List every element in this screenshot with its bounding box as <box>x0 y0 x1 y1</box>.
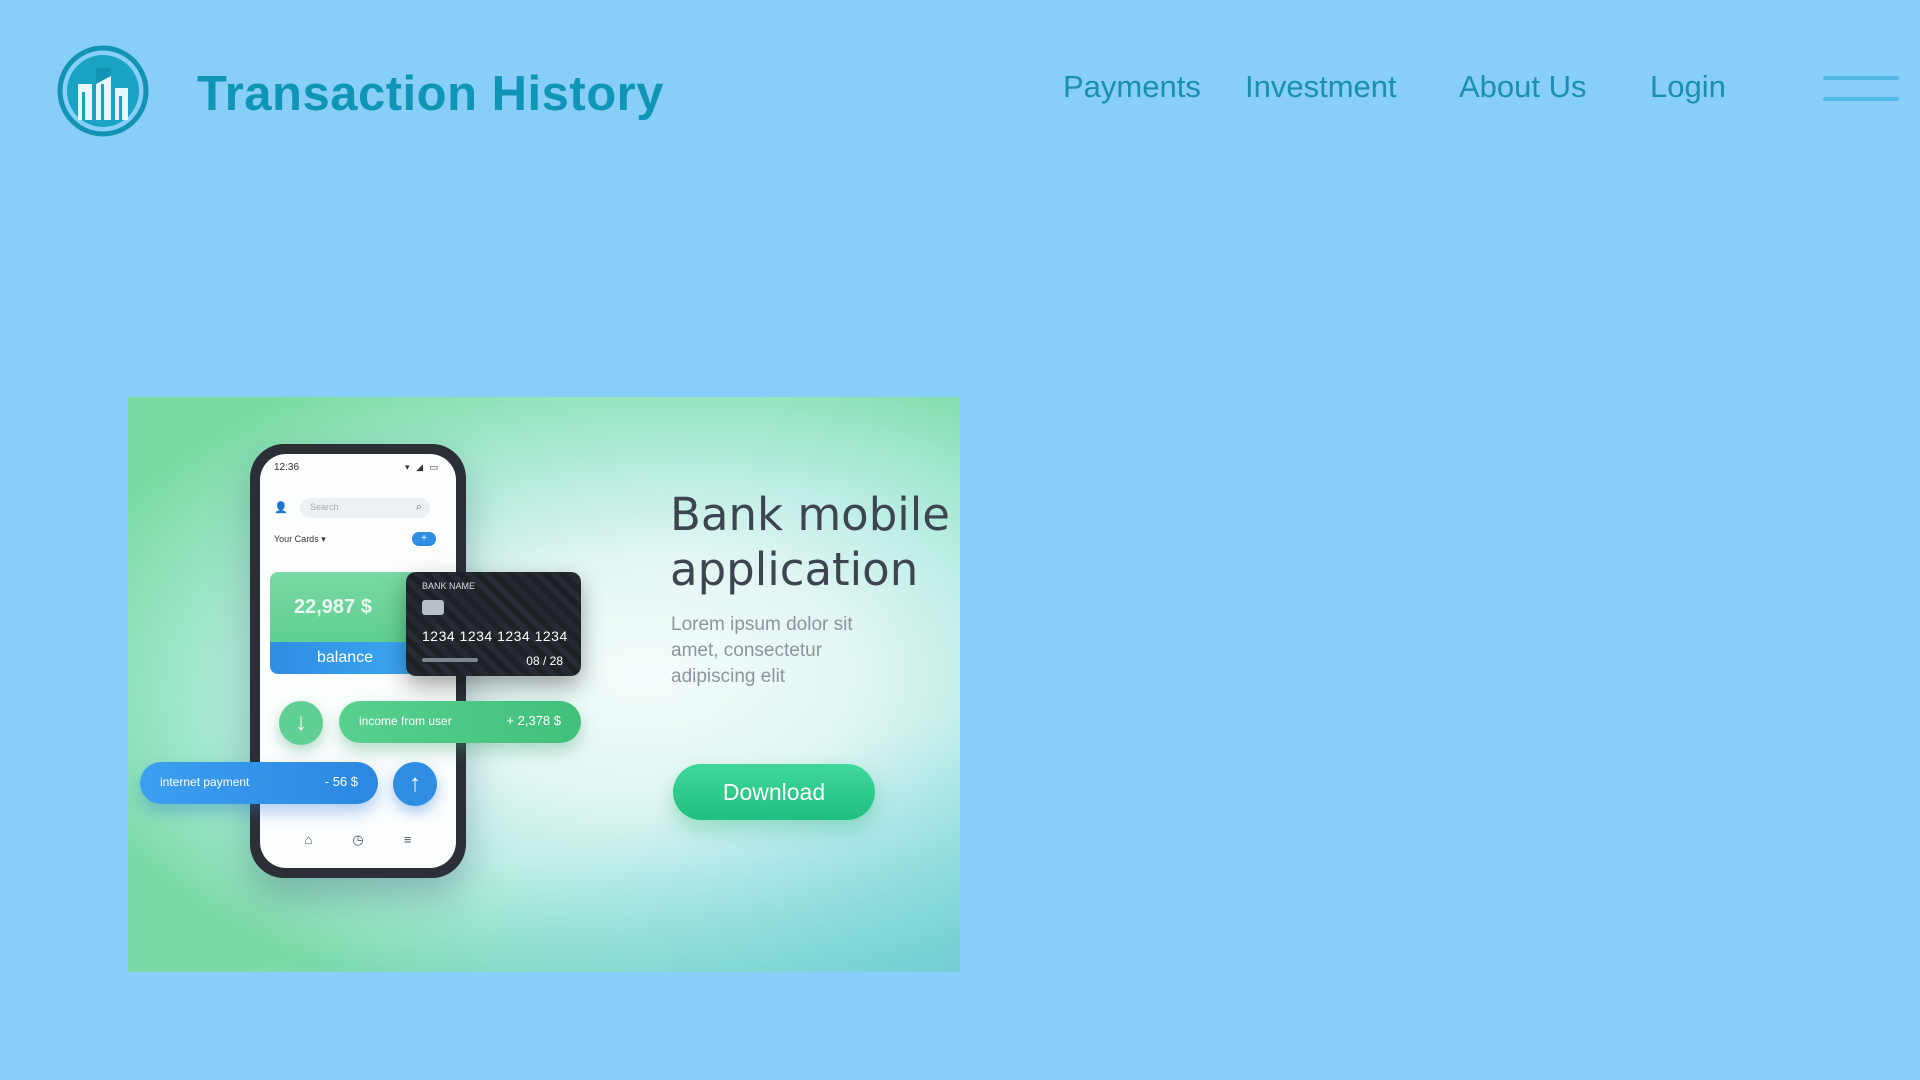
bank-name: BANK NAME <box>422 581 476 591</box>
nav-payments[interactable]: Payments <box>1063 69 1201 105</box>
download-button[interactable]: Download <box>673 764 875 820</box>
payment-value: - 56 $ <box>324 774 358 789</box>
banner-heading: Bank mobile application <box>670 488 950 596</box>
balance-label: balance <box>270 642 420 674</box>
bank-card: BANK NAME 1234 1234 1234 1234 08 / 28 <box>406 572 581 676</box>
status-icons: ▾ ◢ ▭ <box>405 462 440 472</box>
clock-icon: ◷ <box>352 832 364 847</box>
nav-about-us[interactable]: About Us <box>1459 69 1587 105</box>
home-icon: ⌂ <box>304 832 313 847</box>
card-expiry: 08 / 28 <box>526 654 563 668</box>
balance-amount: 22,987 $ <box>294 596 372 618</box>
income-value: + 2,378 $ <box>506 713 561 728</box>
balance-card: 22,987 $ <box>270 572 420 642</box>
nav-investment[interactable]: Investment <box>1245 69 1397 105</box>
page-title: Transaction History <box>197 67 664 121</box>
hamburger-menu-icon[interactable] <box>1823 73 1899 105</box>
card-chip-icon <box>422 600 444 615</box>
card-number: 1234 1234 1234 1234 <box>422 628 568 644</box>
payment-label: internet payment <box>160 775 250 789</box>
search-bar: Search ⌕ <box>300 498 430 518</box>
menu-icon: ≡ <box>403 832 412 847</box>
arrow-down-icon: ↓ <box>279 701 323 745</box>
bank-app-banner-image: 12:36 ▾ ◢ ▭ 👤 Search ⌕ Your Cards ▾ + 22… <box>128 397 960 972</box>
income-label: income from user <box>359 714 452 728</box>
status-time: 12:36 <box>274 462 300 473</box>
arrow-up-icon: ↑ <box>393 762 437 806</box>
phone-bottom-nav: ⌂ ◷ ≡ <box>260 832 456 852</box>
nav-login[interactable]: Login <box>1650 69 1726 105</box>
payment-notification: internet payment - 56 $ <box>140 762 378 804</box>
logo-icon[interactable] <box>56 44 150 138</box>
banner-body: Lorem ipsum dolor sit amet, consectetur … <box>671 614 853 687</box>
menu-line <box>1823 97 1899 101</box>
search-placeholder: Search <box>310 502 339 512</box>
search-icon: ⌕ <box>415 501 422 513</box>
card-holder-line <box>422 658 478 662</box>
income-notification: income from user + 2,378 $ <box>339 701 581 743</box>
cards-label: Your Cards ▾ <box>274 534 326 544</box>
add-card-chip: + <box>412 532 436 546</box>
user-icon: 👤 <box>274 502 288 514</box>
menu-line <box>1823 76 1899 80</box>
